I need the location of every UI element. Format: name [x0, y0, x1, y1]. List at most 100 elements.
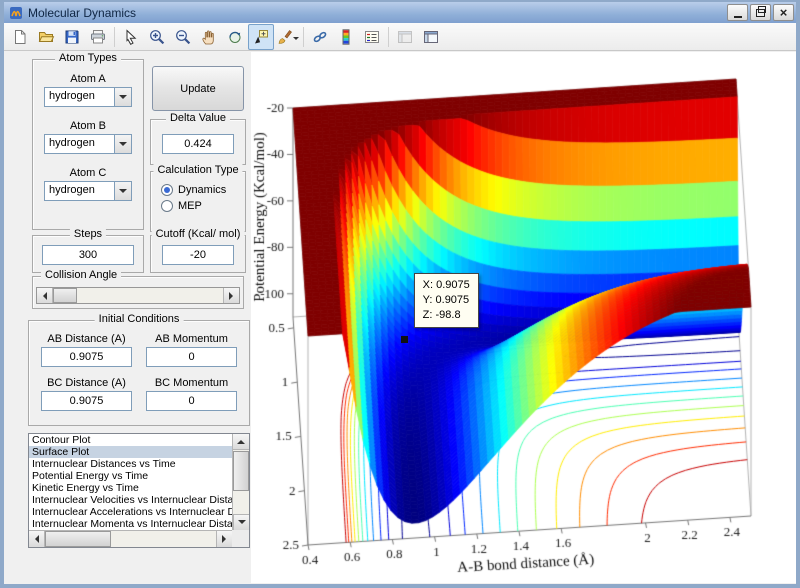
atom-b-value: hydrogen: [49, 137, 95, 149]
listbox-vscrollbar[interactable]: [232, 434, 249, 530]
ab-momentum-input[interactable]: 0: [146, 347, 237, 367]
window-title: Molecular Dynamics: [28, 6, 136, 20]
initial-conditions-panel: Initial Conditions AB Distance (A) 0.907…: [28, 320, 250, 426]
open-file-button[interactable]: [33, 24, 59, 50]
ab-distance-label: AB Distance (A): [41, 333, 132, 345]
show-plot-tools-icon: [422, 28, 440, 46]
steps-panel: Steps 300: [32, 235, 144, 273]
radio-mep[interactable]: MEP: [161, 200, 245, 212]
colorbar-icon: [337, 28, 355, 46]
minimize-icon: [734, 16, 742, 18]
listbox-hscrollbar[interactable]: [29, 530, 232, 547]
rotate-3d-icon: [226, 28, 244, 46]
scrollbar-thumb[interactable]: [53, 288, 77, 303]
list-item[interactable]: Surface Plot: [29, 446, 232, 458]
link-plots-button[interactable]: [307, 24, 333, 50]
pan-button[interactable]: [196, 24, 222, 50]
atom-a-value: hydrogen: [49, 90, 95, 102]
scroll-down-button[interactable]: [233, 514, 249, 530]
new-figure-button[interactable]: [7, 24, 33, 50]
titlebar[interactable]: Molecular Dynamics ×: [4, 2, 796, 24]
list-item[interactable]: Internuclear Momenta vs Internuclear Dis…: [29, 518, 232, 530]
atom-c-dropdown[interactable]: hydrogen: [44, 181, 132, 201]
list-item[interactable]: Internuclear Distances vs Time: [29, 458, 232, 470]
atom-b-label: Atom B: [33, 120, 143, 132]
hide-plot-tools-button[interactable]: [392, 24, 418, 50]
ab-momentum-group: AB Momentum 0: [146, 333, 237, 367]
data-cursor-button[interactable]: [248, 24, 274, 50]
left-arrow-icon: [31, 535, 39, 543]
rotate-3d-button[interactable]: [222, 24, 248, 50]
zoom-out-button[interactable]: [170, 24, 196, 50]
hand-icon: [200, 28, 218, 46]
save-figure-button[interactable]: [59, 24, 85, 50]
update-button[interactable]: Update: [152, 66, 244, 111]
legend-icon: [363, 28, 381, 46]
atom-a-dropdown[interactable]: hydrogen: [44, 87, 132, 107]
datatip-marker[interactable]: [401, 336, 408, 343]
bc-distance-input[interactable]: 0.9075: [41, 391, 132, 411]
open-folder-icon: [37, 28, 55, 46]
right-arrow-icon: [229, 292, 237, 300]
panel-title: Calculation Type: [153, 164, 242, 176]
datatip-icon: [252, 28, 270, 46]
atom-b-dropdown[interactable]: hydrogen: [44, 134, 132, 154]
initial-conditions-grid: AB Distance (A) 0.9075 AB Momentum 0 BC …: [29, 321, 249, 411]
minimize-button[interactable]: [727, 4, 748, 21]
insert-legend-button[interactable]: [359, 24, 385, 50]
brush-button[interactable]: [274, 24, 300, 50]
chevron-down-icon[interactable]: [114, 182, 131, 200]
cutoff-input[interactable]: -20: [162, 245, 234, 265]
bc-momentum-input[interactable]: 0: [146, 391, 237, 411]
datatip-tooltip[interactable]: X: 0.9075 Y: 0.9075 Z: -98.8: [414, 273, 479, 328]
ab-momentum-label: AB Momentum: [146, 333, 237, 345]
chevron-down-icon[interactable]: [114, 88, 131, 106]
show-plot-tools-button[interactable]: [418, 24, 444, 50]
list-item[interactable]: Kinetic Energy vs Time: [29, 482, 232, 494]
surface-plot-canvas[interactable]: [251, 52, 796, 583]
zoom-in-icon: [148, 28, 166, 46]
right-arrow-icon: [222, 535, 230, 543]
list-item[interactable]: Potential Energy vs Time: [29, 470, 232, 482]
datatip-y: Y: 0.9075: [423, 293, 470, 308]
close-icon: ×: [780, 6, 788, 19]
app-window: Molecular Dynamics × Atom Types Atom A: [0, 0, 800, 588]
restore-button[interactable]: [750, 4, 771, 21]
chevron-down-icon[interactable]: [114, 135, 131, 153]
scrollbar-thumb[interactable]: [45, 531, 111, 547]
collision-angle-scrollbar[interactable]: [36, 287, 240, 304]
delta-value-input[interactable]: 0.424: [162, 134, 234, 154]
plot-area: X: 0.9075 Y: 0.9075 Z: -98.8: [251, 52, 796, 583]
ab-distance-input[interactable]: 0.9075: [41, 347, 132, 367]
calculation-type-panel: Calculation Type Dynamics MEP: [150, 171, 246, 232]
ab-distance-group: AB Distance (A) 0.9075: [41, 333, 132, 367]
scrollbar-track[interactable]: [45, 531, 216, 547]
panel-title: Atom Types: [55, 52, 121, 64]
edit-plot-button[interactable]: [118, 24, 144, 50]
insert-colorbar-button[interactable]: [333, 24, 359, 50]
print-figure-button[interactable]: [85, 24, 111, 50]
panel-title: Steps: [70, 228, 106, 240]
up-arrow-icon: [237, 436, 245, 444]
radio-dynamics-label: Dynamics: [178, 184, 226, 196]
plot-type-listbox[interactable]: Contour PlotSurface PlotInternuclear Dis…: [28, 433, 250, 548]
close-button[interactable]: ×: [773, 4, 794, 21]
toolbar-separator: [388, 27, 389, 47]
zoom-in-button[interactable]: [144, 24, 170, 50]
scroll-right-button[interactable]: [216, 531, 232, 547]
list-item[interactable]: Contour Plot: [29, 434, 232, 446]
printer-icon: [89, 28, 107, 46]
scroll-up-button[interactable]: [233, 434, 249, 450]
list-item[interactable]: Internuclear Velocities vs Internuclear …: [29, 494, 232, 506]
toolbar-separator: [114, 27, 115, 47]
scrollbar-thumb[interactable]: [233, 451, 249, 491]
scroll-left-button[interactable]: [29, 531, 45, 547]
scroll-left-button[interactable]: [37, 288, 53, 303]
collision-angle-panel: Collision Angle: [32, 276, 244, 309]
steps-input[interactable]: 300: [42, 245, 134, 265]
scrollbar-track[interactable]: [53, 288, 223, 303]
radio-dynamics[interactable]: Dynamics: [161, 184, 245, 196]
scroll-right-button[interactable]: [223, 288, 239, 303]
brush-icon: [276, 28, 292, 46]
list-item[interactable]: Internuclear Accelerations vs Internucle…: [29, 506, 232, 518]
